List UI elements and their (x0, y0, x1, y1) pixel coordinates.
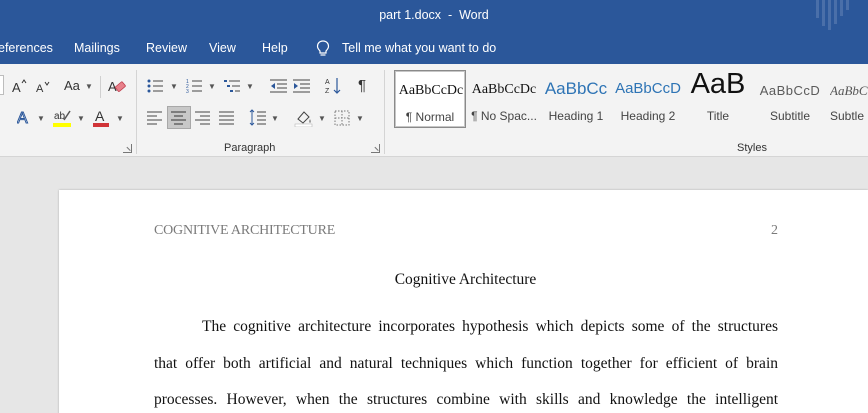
style-name: Heading 1 (548, 109, 604, 123)
borders-icon[interactable] (334, 110, 350, 126)
body-line: processes. However, when the structures … (154, 391, 778, 408)
svg-text:A: A (325, 79, 330, 86)
document-page[interactable]: COGNITIVE ARCHITECTURE 2 Cognitive Archi… (59, 190, 868, 413)
ribbon-tabs: eferences Mailings Review View Help Tell… (0, 32, 868, 64)
style-preview: AaBbCcDc (398, 83, 464, 98)
align-center-button[interactable] (167, 106, 191, 129)
svg-text:Z: Z (325, 88, 330, 95)
bullets-icon[interactable] (147, 78, 165, 94)
chevron-down-icon[interactable]: ▼ (170, 82, 178, 91)
tab-mailings[interactable]: Mailings (74, 41, 120, 55)
style-heading-2[interactable]: AaBbCcD Heading 2 (612, 70, 684, 128)
multilevel-list-icon[interactable] (224, 78, 242, 94)
numbering-icon[interactable]: 123 (186, 78, 204, 94)
show-formatting-marks-button[interactable]: ¶ (358, 78, 366, 94)
font-size-box[interactable] (0, 75, 4, 95)
tab-view[interactable]: View (209, 41, 236, 55)
chevron-down-icon[interactable]: ▼ (77, 114, 85, 123)
style-preview: AaB (690, 68, 746, 100)
svg-text:3: 3 (186, 89, 189, 94)
style-heading-1[interactable]: AaBbCc Heading 1 (540, 70, 612, 128)
justify-icon[interactable] (219, 111, 235, 125)
lightbulb-icon (316, 40, 330, 56)
chevron-down-icon[interactable]: ▼ (356, 114, 364, 123)
decrease-indent-icon[interactable] (270, 78, 288, 94)
styles-group-label: Styles (737, 142, 767, 154)
align-center-icon (171, 111, 186, 125)
document-title: Cognitive Architecture (394, 271, 537, 288)
increase-indent-icon[interactable] (293, 78, 311, 94)
styles-gallery: AaBbCcDc ¶ Normal AaBbCcDc ¶ No Spac... … (392, 68, 868, 136)
style-name: Title (706, 109, 730, 123)
style-preview: AaBbCc (544, 79, 608, 98)
window-title: part 1.docx - Word (379, 8, 489, 22)
svg-text:A: A (95, 108, 105, 124)
change-case-button[interactable]: Aa (64, 78, 80, 94)
style-subtitle[interactable]: AaBbCcD Subtitle (754, 70, 826, 128)
chevron-down-icon[interactable]: ▼ (271, 114, 279, 123)
shrink-font-icon[interactable]: A (36, 79, 52, 94)
style-preview: AaBbCcDc (471, 82, 537, 97)
style-no-spacing[interactable]: AaBbCcDc ¶ No Spac... (468, 70, 540, 128)
document-canvas[interactable]: COGNITIVE ARCHITECTURE 2 Cognitive Archi… (0, 158, 868, 413)
text-effects-icon[interactable]: A (17, 108, 33, 127)
tab-review[interactable]: Review (146, 41, 187, 55)
style-subtle-emphasis[interactable]: AaBbCcD Subtle (824, 70, 868, 128)
chevron-down-icon[interactable]: ▼ (116, 114, 124, 123)
tab-references[interactable]: eferences (0, 41, 53, 55)
body-line: that offer both artificial and natural t… (154, 355, 778, 372)
font-dialog-launcher-icon[interactable] (123, 144, 132, 153)
style-name: Subtitle (769, 109, 811, 123)
style-name: Heading 2 (620, 109, 676, 123)
running-header: COGNITIVE ARCHITECTURE (154, 223, 336, 238)
style-name: ¶ No Spac... (471, 109, 537, 123)
style-name: Subtle (830, 109, 865, 123)
align-left-icon[interactable] (147, 111, 163, 125)
body-line: The cognitive architecture incorporates … (202, 318, 778, 335)
divider (100, 76, 101, 98)
style-normal[interactable]: AaBbCcDc ¶ Normal (394, 70, 466, 128)
ribbon: A A Aa ▼ A A ▼ ab ▼ A ▼ ▼ 1 2 3 ▼ ▼ A Z … (0, 64, 868, 157)
align-right-icon[interactable] (195, 111, 211, 125)
tell-me-search[interactable]: Tell me what you want to do (316, 40, 497, 56)
chevron-down-icon[interactable]: ▼ (246, 82, 254, 91)
svg-text:ab: ab (54, 111, 66, 122)
clear-formatting-icon[interactable]: A (108, 77, 126, 95)
style-preview: AaBbCcD (615, 80, 681, 97)
style-preview: AaBbCcD (830, 83, 868, 98)
chevron-down-icon[interactable]: ▼ (37, 114, 45, 123)
chevron-down-icon[interactable]: ▼ (85, 82, 93, 91)
style-preview: AaBbCcD (759, 83, 821, 98)
style-name: ¶ Normal (405, 110, 455, 124)
highlight-color-icon[interactable]: ab (52, 108, 74, 128)
group-divider (136, 70, 137, 154)
decorative-pattern-icon (816, 0, 849, 30)
page-number: 2 (771, 223, 778, 238)
tell-me-text: Tell me what you want to do (342, 41, 497, 55)
chevron-down-icon[interactable]: ▼ (208, 82, 216, 91)
font-color-icon[interactable]: A (92, 108, 112, 128)
style-title[interactable]: AaB Title (682, 68, 754, 128)
sort-icon[interactable]: AZ (325, 77, 343, 95)
svg-text:A: A (17, 110, 28, 126)
chevron-down-icon[interactable]: ▼ (318, 114, 326, 123)
svg-text:A: A (12, 80, 21, 94)
group-divider (384, 70, 385, 154)
shading-icon[interactable] (294, 109, 314, 127)
paragraph-group-label: Paragraph (224, 142, 276, 154)
title-bar: part 1.docx - Word (0, 0, 868, 32)
grow-font-icon[interactable]: A (12, 78, 28, 94)
svg-text:A: A (36, 83, 44, 94)
line-spacing-icon[interactable] (249, 109, 267, 127)
tab-help[interactable]: Help (262, 41, 288, 55)
paragraph-dialog-launcher-icon[interactable] (371, 144, 380, 153)
